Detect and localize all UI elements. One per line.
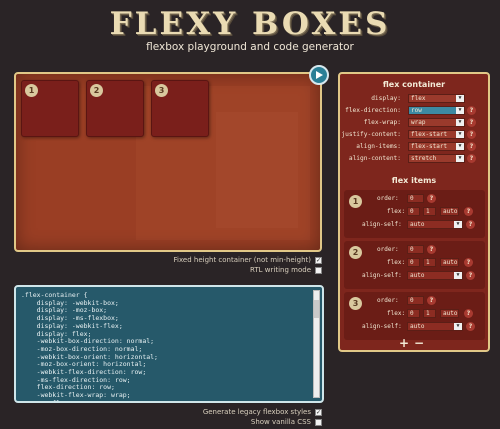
flex-preview-container: 1 2 3: [14, 72, 322, 252]
row-flex-direction: flex-direction: row ▼ ?: [340, 106, 488, 116]
align-self-select[interactable]: auto ▼: [407, 322, 463, 331]
order-input[interactable]: 0: [407, 194, 424, 203]
help-icon[interactable]: ?: [467, 154, 476, 163]
align-items-select[interactable]: flex-start ▼: [408, 142, 465, 151]
chevron-down-icon: ▼: [454, 221, 462, 228]
help-icon[interactable]: ?: [466, 220, 475, 229]
code-text[interactable]: .flex-container { display: -webkit-box; …: [21, 291, 158, 401]
align-self-select[interactable]: auto ▼: [407, 220, 463, 229]
row-align-content: align-content: stretch ▼ ?: [340, 154, 488, 164]
row-flex-wrap: flex-wrap: wrap ▼ ?: [340, 118, 488, 128]
row-align-items: align-items: flex-start ▼ ?: [340, 142, 488, 152]
help-icon[interactable]: ?: [464, 207, 473, 216]
tagline: flexbox playground and code generator: [146, 41, 354, 53]
settings-panel: flex container display: flex ▼ flex-direc…: [338, 72, 490, 352]
flex-item-preview-1[interactable]: 1: [21, 80, 79, 137]
flex-grow-input[interactable]: 0: [407, 309, 420, 318]
chevron-down-icon: ▼: [454, 272, 462, 279]
item-number-badge: 3: [155, 84, 168, 97]
app-logo: FLEXY BOXES: [109, 6, 391, 42]
help-icon[interactable]: ?: [427, 296, 436, 305]
flex-item-settings-1: 1 order: 0 ? flex: 0 1 auto ? align-self…: [344, 190, 485, 238]
help-icon[interactable]: ?: [467, 118, 476, 127]
flex-grow-input[interactable]: 0: [407, 258, 420, 267]
item-number-badge: 1: [25, 84, 38, 97]
flex-item-settings-2: 2 order: 0 ? flex: 0 1 auto ? align-self…: [344, 241, 485, 289]
justify-content-select[interactable]: flex-start ▼: [408, 130, 465, 139]
flex-item-settings-3: 3 order: 0 ? flex: 0 1 auto ? align-self…: [344, 292, 485, 340]
add-remove-controls: +−: [340, 336, 488, 350]
item-number-badge: 1: [349, 195, 362, 208]
order-input[interactable]: 0: [407, 296, 424, 305]
vanilla-option[interactable]: Show vanilla CSS: [251, 418, 322, 426]
vanilla-checkbox[interactable]: [315, 418, 322, 426]
item-number-badge: 2: [349, 246, 362, 259]
flex-shrink-input[interactable]: 1: [423, 309, 436, 318]
scrollbar-thumb[interactable]: [314, 300, 319, 318]
align-self-select[interactable]: auto ▼: [407, 271, 463, 280]
help-icon[interactable]: ?: [464, 258, 473, 267]
flex-basis-input[interactable]: auto: [440, 309, 459, 318]
chevron-down-icon: ▼: [456, 143, 464, 150]
align-content-select[interactable]: stretch ▼: [408, 154, 465, 163]
chevron-down-icon: ▼: [456, 95, 464, 102]
item-number-badge: 3: [349, 297, 362, 310]
flex-shrink-input[interactable]: 1: [423, 207, 436, 216]
help-icon[interactable]: ?: [467, 106, 476, 115]
chevron-down-icon: ▼: [456, 107, 464, 114]
help-icon[interactable]: ?: [464, 309, 473, 318]
play-button[interactable]: [309, 65, 329, 85]
legacy-checkbox[interactable]: ✓: [315, 408, 322, 416]
help-icon[interactable]: ?: [466, 322, 475, 331]
row-display: display: flex ▼: [340, 94, 488, 104]
flex-item-preview-2[interactable]: 2: [86, 80, 144, 137]
row-justify-content: justify-content: flex-start ▼ ?: [340, 130, 488, 140]
code-output[interactable]: .flex-container { display: -webkit-box; …: [14, 285, 324, 403]
help-icon[interactable]: ?: [467, 142, 476, 151]
flex-container-title: flex container: [382, 80, 446, 89]
flex-item-preview-3[interactable]: 3: [151, 80, 209, 137]
rtl-checkbox[interactable]: [315, 266, 322, 274]
flex-wrap-select[interactable]: wrap ▼: [408, 118, 465, 127]
code-scrollbar[interactable]: [313, 290, 320, 398]
help-icon[interactable]: ?: [466, 271, 475, 280]
chevron-down-icon: ▼: [456, 155, 464, 162]
help-icon[interactable]: ?: [427, 245, 436, 254]
flex-direction-select[interactable]: row ▼: [408, 106, 465, 115]
flex-grow-input[interactable]: 0: [407, 207, 420, 216]
vanilla-label: Show vanilla CSS: [250, 418, 311, 426]
remove-item-button[interactable]: −: [414, 336, 429, 350]
rtl-label: RTL writing mode: [250, 266, 311, 274]
add-item-button[interactable]: +: [399, 336, 414, 350]
display-select[interactable]: flex ▼: [408, 94, 465, 103]
chevron-down-icon: ▼: [456, 119, 464, 126]
chevron-down-icon: ▼: [454, 323, 462, 330]
order-input[interactable]: 0: [407, 245, 424, 254]
chevron-down-icon: ▼: [456, 131, 464, 138]
legacy-option[interactable]: Generate legacy flexbox styles ✓: [203, 408, 322, 416]
flex-basis-input[interactable]: auto: [440, 207, 459, 216]
fixed-height-checkbox[interactable]: ✓: [315, 256, 322, 264]
fixed-height-label: Fixed height container (not min-height): [173, 256, 311, 264]
item-number-badge: 2: [90, 84, 103, 97]
help-icon[interactable]: ?: [427, 194, 436, 203]
flex-shrink-input[interactable]: 1: [423, 258, 436, 267]
help-icon[interactable]: ?: [467, 130, 476, 139]
legacy-label: Generate legacy flexbox styles: [202, 408, 311, 416]
flex-basis-input[interactable]: auto: [440, 258, 459, 267]
play-icon: [316, 71, 323, 79]
fixed-height-option[interactable]: Fixed height container (not min-height) …: [174, 256, 322, 264]
flex-items-title: flex items: [391, 176, 437, 185]
rtl-option[interactable]: RTL writing mode: [250, 266, 322, 274]
